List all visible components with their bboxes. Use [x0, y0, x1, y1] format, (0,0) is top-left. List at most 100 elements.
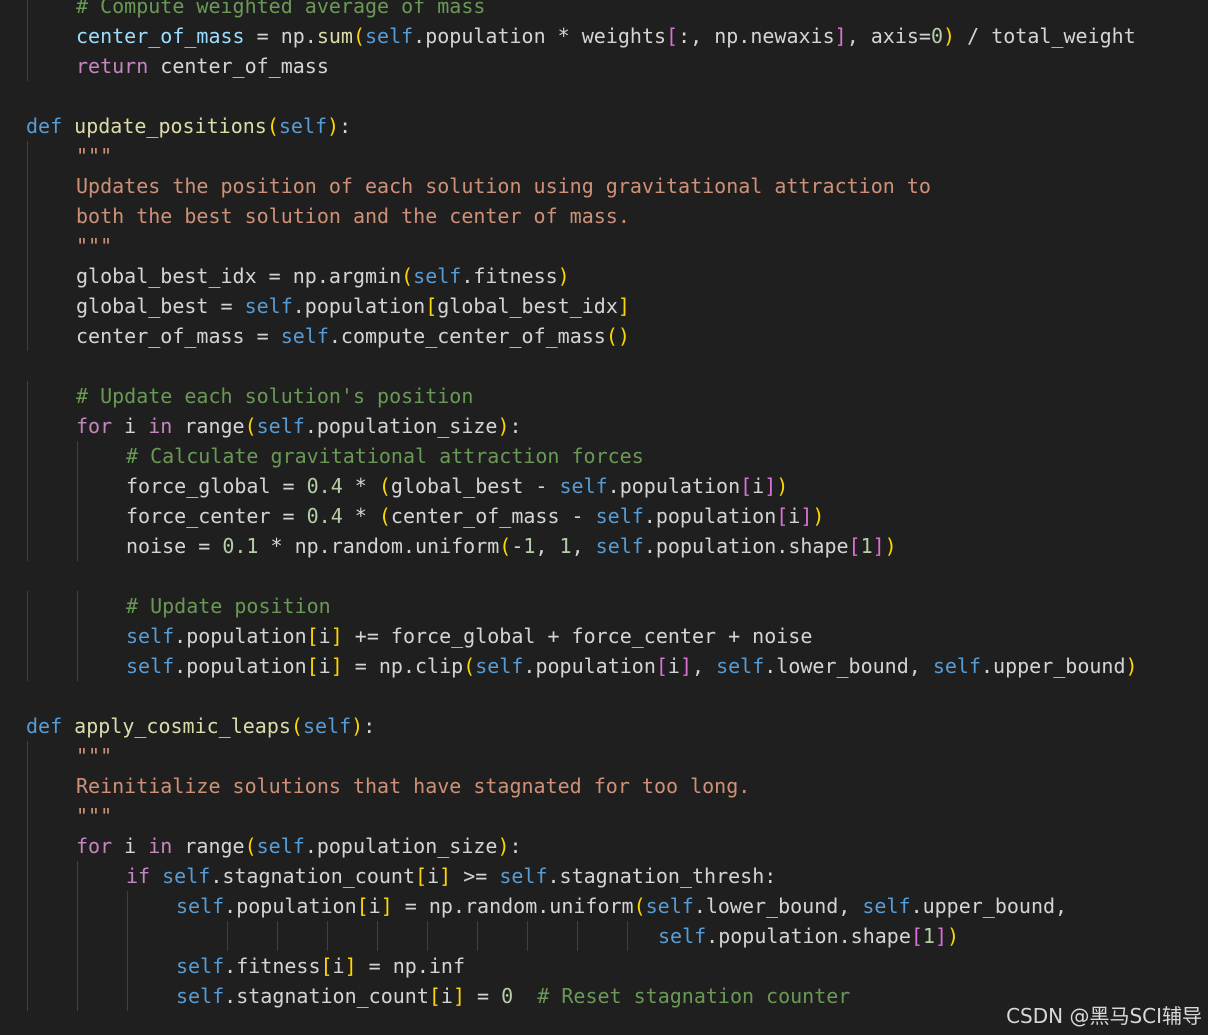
code-line[interactable]: for i in range(self.population_size):	[0, 411, 1208, 441]
code-line[interactable]: both the best solution and the center of…	[0, 201, 1208, 231]
code-token: center_of_mass -	[390, 504, 596, 528]
code-line-text: if self.stagnation_count[i] >= self.stag…	[126, 861, 776, 891]
code-editor[interactable]: # Compute weighted average of mass center…	[0, 0, 1208, 1035]
code-token: self	[244, 294, 293, 318]
code-line[interactable]: Updates the position of each solution us…	[0, 171, 1208, 201]
indent-guide	[27, 771, 28, 801]
indent-guide	[27, 591, 28, 621]
code-token: range	[172, 414, 245, 438]
code-token: [	[666, 24, 679, 48]
code-line[interactable]: force_global = 0.4 * (global_best - self…	[0, 471, 1208, 501]
code-line[interactable]: self.population[i] = np.clip(self.popula…	[0, 651, 1208, 681]
indent-guide	[127, 981, 128, 1011]
code-line[interactable]: Reinitialize solutions that have stagnat…	[0, 771, 1208, 801]
code-line[interactable]: center_of_mass = np.sum(self.population …	[0, 21, 1208, 51]
code-token: self	[302, 714, 352, 738]
code-token: .population	[523, 654, 656, 678]
indent-guide	[27, 741, 28, 771]
code-token: i	[332, 954, 345, 978]
indent-guide	[277, 921, 278, 951]
code-token: # Update each solution's position	[76, 384, 474, 408]
code-token: ()	[605, 324, 630, 348]
code-line[interactable]: """	[0, 141, 1208, 171]
code-line-text: force_global = 0.4 * (global_best - self…	[126, 471, 788, 501]
code-line[interactable]: # Update position	[0, 591, 1208, 621]
code-token: ]	[934, 924, 948, 948]
code-token: i	[112, 834, 149, 858]
code-token: :	[509, 834, 522, 858]
code-line[interactable]: # Update each solution's position	[0, 381, 1208, 411]
indent-guide	[27, 531, 28, 561]
code-line[interactable]	[0, 351, 1208, 381]
code-token: (	[463, 654, 476, 678]
code-token: -	[511, 534, 524, 558]
code-line[interactable]: def update_positions(self):	[0, 111, 1208, 141]
code-token: >=	[451, 864, 500, 888]
indent-guide	[477, 921, 478, 951]
code-token: self	[126, 654, 175, 678]
indent-guide	[27, 891, 28, 921]
code-token: self	[932, 654, 982, 678]
code-token: .stagnation_thresh:	[547, 864, 777, 888]
code-line[interactable]: self.population.shape[1])	[0, 921, 1208, 951]
code-line[interactable]: self.fitness[i] = np.inf	[0, 951, 1208, 981]
code-line-text: return center_of_mass	[76, 51, 329, 81]
code-line[interactable]: for i in range(self.population_size):	[0, 831, 1208, 861]
indent-guide	[77, 981, 78, 1011]
indent-guide	[127, 951, 128, 981]
code-line[interactable]: def apply_cosmic_leaps(self):	[0, 711, 1208, 741]
code-token: ]	[679, 654, 692, 678]
code-token: 1	[922, 924, 935, 948]
code-line[interactable]: return center_of_mass	[0, 51, 1208, 81]
indent-guide	[27, 831, 28, 861]
code-line[interactable]: if self.stagnation_count[i] >= self.stag…	[0, 861, 1208, 891]
code-line[interactable]: global_best_idx = np.argmin(self.fitness…	[0, 261, 1208, 291]
code-area[interactable]: # Compute weighted average of mass center…	[0, 0, 1208, 1011]
code-line[interactable]: force_center = 0.4 * (center_of_mass - s…	[0, 501, 1208, 531]
code-line[interactable]: global_best = self.population[global_bes…	[0, 291, 1208, 321]
code-line-text: center_of_mass = self.compute_center_of_…	[76, 321, 630, 351]
code-line-text: self.population[i] += force_global + for…	[126, 621, 812, 651]
code-line-text: # Calculate gravitational attraction for…	[126, 441, 644, 471]
code-line[interactable]	[0, 81, 1208, 111]
indent-guide	[127, 891, 128, 921]
code-line[interactable]: self.population[i] += force_global + for…	[0, 621, 1208, 651]
code-line[interactable]	[0, 561, 1208, 591]
code-line[interactable]: self.population[i] = np.random.uniform(s…	[0, 891, 1208, 921]
code-line[interactable]: # Calculate gravitational attraction for…	[0, 441, 1208, 471]
indent-guide	[27, 381, 28, 411]
code-token: i	[427, 864, 440, 888]
code-token: )	[947, 924, 960, 948]
code-line[interactable]: """	[0, 741, 1208, 771]
code-token: # Compute weighted average of mass	[76, 0, 486, 18]
code-token: # Update position	[126, 594, 331, 618]
code-line[interactable]: """	[0, 231, 1208, 261]
code-line-text: self.fitness[i] = np.inf	[176, 951, 465, 981]
code-line-text: global_best_idx = np.argmin(self.fitness…	[76, 261, 570, 291]
code-line-text: """	[76, 141, 112, 171]
indent-guide	[327, 921, 328, 951]
indent-guide	[27, 441, 28, 471]
code-token: return	[76, 54, 149, 78]
code-line[interactable]: """	[0, 801, 1208, 831]
code-token: [	[356, 894, 369, 918]
code-token: (	[290, 714, 303, 738]
code-token: [	[306, 624, 319, 648]
code-token: both the best solution and the center of…	[76, 204, 630, 228]
indent-guide	[77, 591, 78, 621]
indent-guide	[77, 441, 78, 471]
code-line[interactable]: noise = 0.1 * np.random.uniform(-1, 1, s…	[0, 531, 1208, 561]
code-line[interactable]: center_of_mass = self.compute_center_of_…	[0, 321, 1208, 351]
code-line[interactable]	[0, 681, 1208, 711]
code-token: force_global =	[126, 474, 307, 498]
code-line-text: self.population.shape[1])	[658, 921, 959, 951]
code-line[interactable]: # Compute weighted average of mass	[0, 0, 1208, 21]
code-token: ]	[439, 864, 452, 888]
code-token: / total_weight	[955, 24, 1136, 48]
code-token: self	[126, 624, 175, 648]
indent-guide	[427, 921, 428, 951]
code-token: .lower_bound,	[764, 654, 933, 678]
code-token: force_center =	[126, 504, 307, 528]
code-token: center_of_mass	[148, 54, 329, 78]
